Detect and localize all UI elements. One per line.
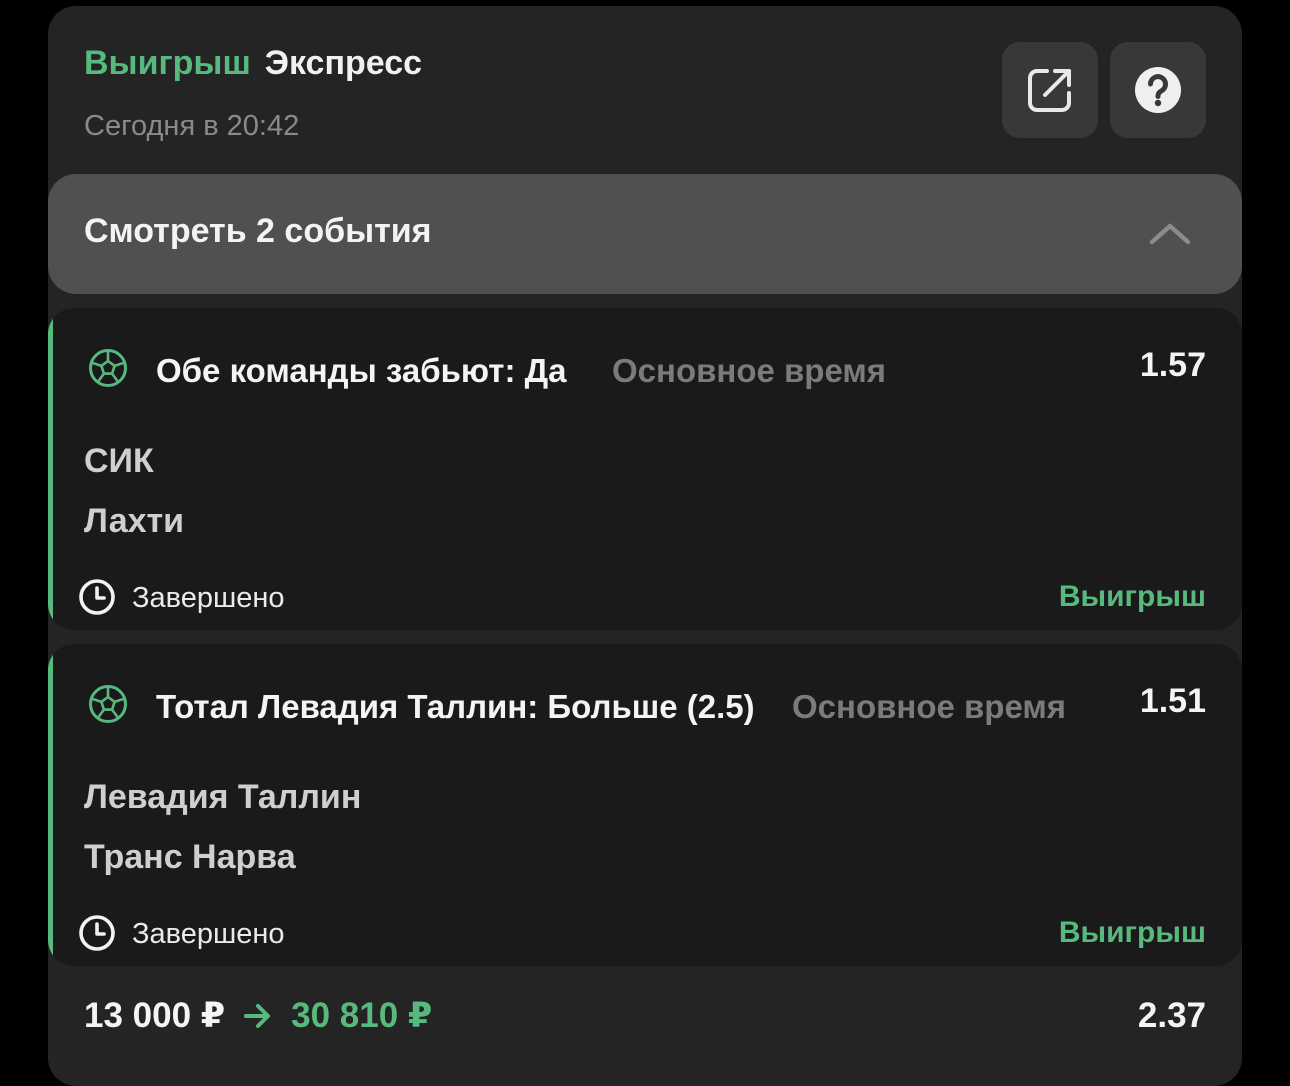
event-state: Завершено — [132, 918, 285, 950]
chevron-up-icon — [1149, 223, 1191, 245]
bet-header: Выигрыш Экспресс — [84, 44, 422, 83]
event-market: Обе команды забьют: Да — [156, 352, 567, 389]
team-home: СИК — [84, 442, 154, 480]
event-accent-bar — [48, 644, 53, 966]
stake-amount: 13 000 ₽ — [84, 996, 226, 1035]
football-icon — [89, 349, 127, 387]
event-odd: 1.51 — [1139, 682, 1206, 720]
clock-icon — [79, 579, 115, 615]
bet-status: Выигрыш — [84, 44, 251, 82]
help-button[interactable] — [1110, 42, 1206, 138]
share-icon — [1028, 69, 1071, 112]
team-away: Лахти — [84, 502, 185, 540]
arrow-right-icon — [243, 1003, 273, 1029]
team-away: Транс Нарва — [84, 838, 296, 876]
payout-amount: 30 810 ₽ — [291, 996, 433, 1035]
team-home: Левадия Таллин — [84, 778, 362, 816]
football-icon — [89, 685, 127, 723]
bet-card: Выигрыш Экспресс Сегодня в 20:42 Смотреть… — [48, 6, 1242, 1086]
event-card[interactable]: Тотал Левадия Таллин: Больше (2.5) Основ… — [48, 644, 1242, 966]
event-period: Основное время — [612, 352, 887, 389]
help-icon — [1135, 67, 1181, 113]
show-events-toggle[interactable]: Смотреть 2 события — [48, 174, 1242, 294]
bet-summary: 13 000 ₽ 30 810 ₽ — [84, 996, 432, 1036]
event-market: Тотал Левадия Таллин: Больше (2.5) — [156, 688, 755, 725]
bet-date: Сегодня в 20:42 — [84, 110, 300, 142]
event-card[interactable]: Обе команды забьют: Да Основное время 1.… — [48, 308, 1242, 630]
show-events-label: Смотреть 2 события — [84, 212, 432, 250]
total-odd: 2.37 — [1137, 996, 1206, 1035]
event-result: Выигрыш — [1058, 580, 1206, 613]
bet-type: Экспресс — [264, 44, 423, 82]
event-period: Основное время — [792, 688, 1067, 725]
event-odd: 1.57 — [1139, 346, 1206, 384]
event-state: Завершено — [132, 582, 285, 614]
clock-icon — [79, 915, 115, 951]
event-accent-bar — [48, 308, 53, 630]
event-result: Выигрыш — [1058, 916, 1206, 949]
share-button[interactable] — [1002, 42, 1098, 138]
